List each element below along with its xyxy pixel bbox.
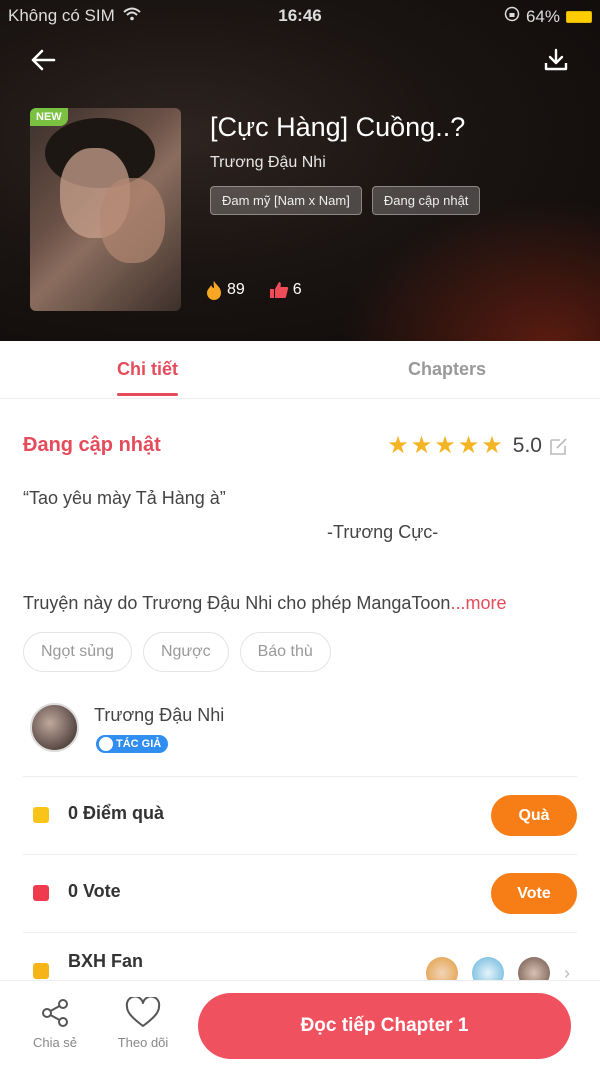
description-text: Truyện này do Trương Đậu Nhi cho phép Ma… xyxy=(23,593,507,613)
gift-points: 0 Điểm quà xyxy=(68,803,165,823)
tag-list: Đam mỹ [Nam x Nam] Đang cập nhật xyxy=(210,186,481,215)
stats: 89 6 xyxy=(205,280,302,300)
battery-icon xyxy=(566,10,592,23)
orientation-lock-icon xyxy=(504,6,520,27)
gift-icon xyxy=(33,807,49,823)
vote-row: 0 Vote Vote xyxy=(23,854,577,932)
update-status: Đang cập nhật xyxy=(23,434,161,456)
comic-title: [Cực Hàng] Cuồng..? xyxy=(210,112,466,142)
vote-ticket-icon xyxy=(33,885,49,901)
avatar[interactable] xyxy=(30,703,79,752)
comic-header: Không có SIM 16:46 64% NEW [Cực Hàng] Cu… xyxy=(0,0,600,341)
follow-button[interactable]: Theo dõi xyxy=(108,997,178,1050)
battery-percent: 64% xyxy=(525,6,560,26)
rating[interactable]: ★ ★ ★ ★ ★ 5.0 xyxy=(387,434,570,458)
star-icon: ★ xyxy=(387,432,409,459)
star-icon: ★ xyxy=(457,432,480,459)
bottom-action-bar: Chia sẻ Theo dõi Đọc tiếp Chapter 1 xyxy=(0,980,600,1067)
comic-author[interactable]: Trương Đậu Nhi xyxy=(210,154,326,172)
vote-button[interactable]: Vote xyxy=(491,873,577,914)
download-icon xyxy=(544,48,568,71)
tab-detail[interactable]: Chi tiết xyxy=(117,359,178,396)
gift-row: 0 Điểm quà Quà xyxy=(23,776,577,854)
trophy-icon xyxy=(33,963,49,979)
views-stat: 89 xyxy=(205,280,245,300)
genre-chip[interactable]: Ngược xyxy=(142,632,229,672)
more-link[interactable]: ...more xyxy=(450,593,506,613)
star-icon: ★ xyxy=(481,432,503,459)
thumbs-up-icon xyxy=(269,282,288,298)
star-icon: ★ xyxy=(410,432,433,459)
share-button[interactable]: Chia sẻ xyxy=(20,997,90,1050)
author-badge: TÁC GIẢ xyxy=(96,735,169,753)
status-bar: Không có SIM 16:46 64% xyxy=(0,0,600,32)
fire-icon xyxy=(207,281,221,300)
fan-ranking-label: BXH Fan xyxy=(68,951,144,971)
download-button[interactable] xyxy=(536,40,576,80)
arrow-left-icon xyxy=(31,49,56,71)
tab-chapters[interactable]: Chapters xyxy=(408,359,486,380)
genre-list: Ngọt sủng Ngược Báo thù xyxy=(23,632,331,672)
tab-bar: Chi tiết Chapters xyxy=(0,341,600,399)
continue-reading-button[interactable]: Đọc tiếp Chapter 1 xyxy=(198,993,571,1059)
back-button[interactable] xyxy=(23,40,63,80)
tag-status[interactable]: Đang cập nhật xyxy=(371,186,481,215)
edit-icon[interactable] xyxy=(548,435,570,457)
new-badge: NEW xyxy=(30,108,68,126)
rating-value: 5.0 xyxy=(512,434,542,457)
likes-stat: 6 xyxy=(269,281,302,299)
description-signature: -Trương Cực- xyxy=(327,522,439,542)
share-icon xyxy=(42,999,68,1027)
genre-chip[interactable]: Báo thù xyxy=(239,632,331,672)
author-badge-icon xyxy=(99,737,113,751)
gift-button[interactable]: Quà xyxy=(491,795,577,836)
author-name[interactable]: Trương Đậu Nhi xyxy=(94,705,224,726)
vote-count: 0 Vote xyxy=(68,881,121,901)
description-quote: “Tao yêu mày Tả Hàng à” xyxy=(23,488,226,508)
genre-chip[interactable]: Ngọt sủng xyxy=(23,632,132,672)
heart-icon xyxy=(125,997,161,1027)
comic-cover[interactable]: NEW xyxy=(30,108,181,311)
tag-genre[interactable]: Đam mỹ [Nam x Nam] xyxy=(210,186,362,215)
star-icon: ★ xyxy=(434,432,456,459)
